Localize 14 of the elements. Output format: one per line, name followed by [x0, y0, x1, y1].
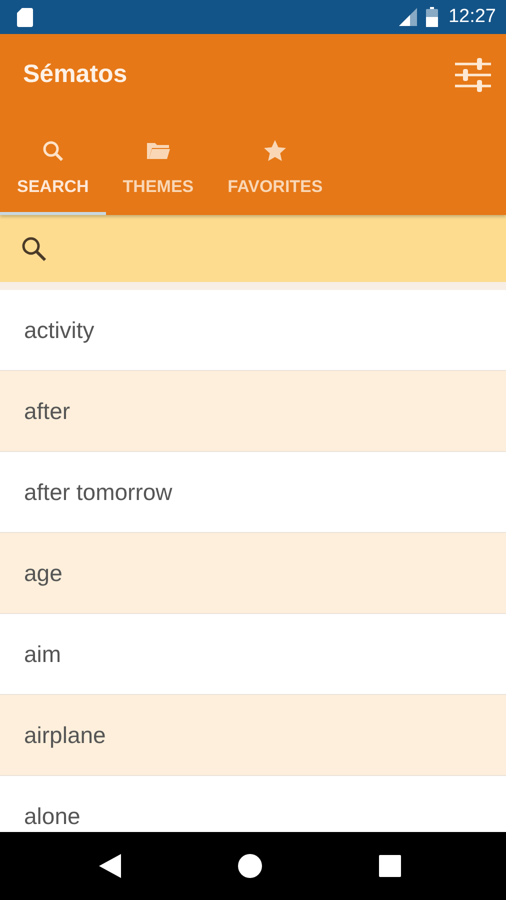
- clock-time: 12:27: [448, 6, 496, 28]
- sd-card-icon: [17, 8, 33, 26]
- word-item[interactable]: after: [0, 371, 506, 452]
- back-icon[interactable]: [99, 854, 121, 878]
- search-icon: [40, 139, 65, 163]
- word-item[interactable]: age: [0, 533, 506, 614]
- app-title: Sématos: [23, 60, 128, 89]
- word-item[interactable]: airplane: [0, 695, 506, 776]
- search-field[interactable]: [0, 215, 506, 282]
- sliders-icon[interactable]: [455, 58, 491, 92]
- star-icon: [263, 139, 288, 163]
- search-icon: [21, 236, 47, 262]
- home-icon[interactable]: [238, 854, 262, 878]
- battery-icon: [426, 7, 438, 27]
